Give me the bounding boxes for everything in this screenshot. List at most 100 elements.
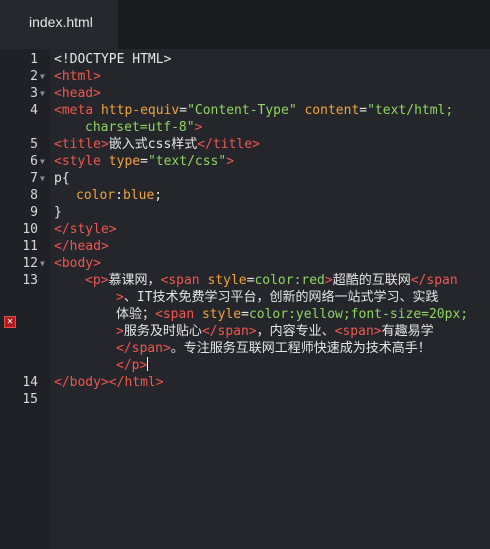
attr-value: color:red bbox=[254, 273, 325, 288]
line-number: 5 bbox=[30, 137, 38, 152]
line-number: 8 bbox=[30, 188, 38, 203]
line-number: 9 bbox=[30, 205, 38, 220]
equals: = bbox=[359, 103, 368, 118]
line-number: 10 bbox=[22, 222, 38, 237]
text: 服务及时贴心 bbox=[123, 324, 202, 339]
tag: <html> bbox=[54, 69, 101, 84]
tag: </span bbox=[410, 273, 458, 288]
attr-name: content bbox=[296, 103, 360, 118]
line-number: 13 bbox=[22, 273, 38, 288]
code-line-13-wrap-2: 体验；<span style=color:yellow;font-size=20… bbox=[116, 306, 468, 323]
code-line-13-wrap-1: >、IT技术免费学习平台，创新的网络一站式学习、实践 bbox=[116, 289, 438, 306]
code-line-14: </body></html> bbox=[54, 374, 164, 391]
tag: </span> bbox=[116, 341, 171, 356]
tag: </body></html> bbox=[54, 375, 164, 390]
line-number: 4 bbox=[30, 103, 38, 118]
line-number: 2 bbox=[30, 69, 38, 84]
brace: } bbox=[54, 205, 62, 220]
text: 、IT技术免费学习平台，创新的网络一站式学习、实践 bbox=[123, 290, 439, 305]
code-line-13-wrap-3: >服务及时贴心</span>，内容专业、<span>有趣易学 bbox=[116, 323, 434, 340]
tag: <title> bbox=[54, 137, 109, 152]
code-line-4: <meta http-equiv="Content-Type" content=… bbox=[54, 102, 453, 119]
line-number: 7 bbox=[30, 171, 38, 186]
css-value: blue bbox=[122, 188, 155, 203]
attr-name: http-equiv bbox=[100, 103, 180, 118]
tab-bar: index.html bbox=[0, 0, 490, 49]
code-line-12: <body> bbox=[54, 255, 101, 272]
tag: <body> bbox=[54, 256, 101, 271]
text: 。专注服务互联网工程师快速成为技术高手！ bbox=[170, 341, 431, 356]
fold-arrow-icon[interactable]: ▼ bbox=[40, 170, 45, 187]
tag: </title> bbox=[197, 137, 260, 152]
tag: > bbox=[116, 324, 124, 339]
code-line-4-wrap: charset=utf-8"> bbox=[85, 119, 202, 136]
code-line-9: } bbox=[54, 204, 62, 221]
error-icon[interactable]: ✕ bbox=[4, 316, 16, 328]
line-number: 3 bbox=[30, 86, 38, 101]
tab-label: index.html bbox=[29, 14, 93, 30]
selector: p{ bbox=[54, 171, 70, 186]
tag: </p> bbox=[116, 358, 148, 373]
text: ，内容专业、 bbox=[256, 324, 335, 339]
attr-value: "text/css" bbox=[147, 154, 227, 169]
tag: </style> bbox=[54, 222, 117, 237]
tag: <head> bbox=[54, 86, 101, 101]
line-number: 6 bbox=[30, 154, 38, 169]
fold-arrow-icon[interactable]: ▼ bbox=[40, 153, 45, 170]
attr-value: "text/html; bbox=[367, 103, 454, 118]
code-line-8: color:blue; bbox=[76, 187, 162, 204]
doctype: <!DOCTYPE HTML> bbox=[54, 52, 172, 67]
tag: > bbox=[324, 273, 333, 288]
code-line-3: <head> bbox=[54, 85, 101, 102]
attr-value: charset=utf-8" bbox=[85, 120, 195, 135]
code-line-2: <html> bbox=[54, 68, 101, 85]
code-line-11: </head> bbox=[54, 238, 109, 255]
text: 嵌入式css样式 bbox=[108, 137, 198, 152]
code-line-10: </style> bbox=[54, 221, 117, 238]
line-gutter: 1 2 ▼ 3 ▼ 4 5 6 ▼ 7 ▼ 8 9 10 11 12 ▼ 13 … bbox=[0, 49, 50, 549]
fold-arrow-icon[interactable]: ▼ bbox=[40, 85, 45, 102]
code-line-5: <title>嵌入式css样式</title> bbox=[54, 136, 260, 153]
code-line-1: <!DOCTYPE HTML> bbox=[54, 51, 171, 68]
attr-name: style bbox=[201, 307, 242, 322]
equals: = bbox=[241, 307, 249, 322]
tag: <span bbox=[160, 273, 208, 288]
text: 超酷的互联网 bbox=[332, 273, 411, 288]
tag: <meta bbox=[54, 103, 101, 118]
text: 慕课网， bbox=[108, 273, 161, 288]
tab-index-html[interactable]: index.html bbox=[0, 0, 118, 49]
code-line-13-wrap-5: </p> bbox=[116, 357, 149, 374]
code-line-6: <style type="text/css"> bbox=[54, 153, 234, 170]
code-line-13-wrap-4: </span>。专注服务互联网工程师快速成为技术高手！ bbox=[116, 340, 431, 357]
tag: > bbox=[194, 120, 203, 135]
tag: > bbox=[116, 290, 124, 305]
code-line-7: p{ bbox=[54, 170, 70, 187]
code-area[interactable]: <!DOCTYPE HTML> <html> <head> <meta http… bbox=[54, 49, 490, 549]
attr-name: style bbox=[207, 273, 247, 288]
fold-arrow-icon[interactable]: ▼ bbox=[40, 255, 45, 272]
attr-value: "Content-Type" bbox=[187, 103, 297, 118]
text: 体验； bbox=[116, 307, 156, 322]
tag: <span> bbox=[334, 324, 382, 339]
tag: > bbox=[226, 154, 235, 169]
equals: = bbox=[140, 154, 148, 169]
line-number: 14 bbox=[22, 375, 38, 390]
line-number: 15 bbox=[22, 392, 38, 407]
code-editor[interactable]: 1 2 ▼ 3 ▼ 4 5 6 ▼ 7 ▼ 8 9 10 11 12 ▼ 13 … bbox=[0, 49, 490, 549]
equals: = bbox=[179, 103, 188, 118]
fold-arrow-icon[interactable]: ▼ bbox=[40, 68, 45, 85]
code-line-13: <p>慕课网，<span style=color:red>超酷的互联网</spa… bbox=[85, 272, 458, 289]
tag: <style bbox=[54, 154, 109, 169]
line-number: 11 bbox=[22, 239, 38, 254]
line-number: 1 bbox=[30, 52, 38, 67]
tag: </head> bbox=[54, 239, 109, 254]
text-cursor bbox=[147, 357, 149, 371]
tag: <span bbox=[155, 307, 202, 322]
line-number: 12 bbox=[22, 256, 38, 271]
colon: : bbox=[115, 188, 123, 203]
attr-value: color:yellow;font-size=20px; bbox=[248, 307, 469, 322]
text: 有趣易学 bbox=[381, 324, 434, 339]
tag: <p> bbox=[85, 273, 109, 288]
attr-name: type bbox=[108, 154, 141, 169]
semicolon: ; bbox=[154, 188, 163, 203]
